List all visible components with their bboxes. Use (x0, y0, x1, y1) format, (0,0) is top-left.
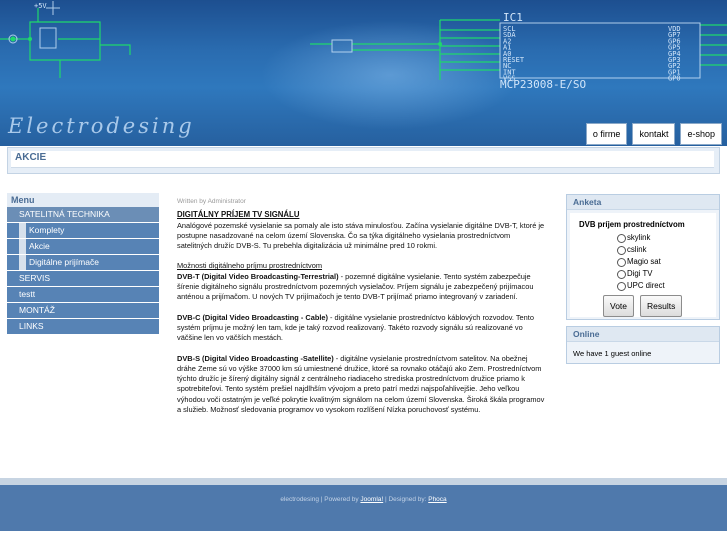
article-subhead: Možnosti digitálneho príjmu prostredníct… (177, 261, 323, 271)
chip-name: IC1 (503, 11, 523, 24)
radio-icon[interactable] (617, 245, 626, 255)
vote-button[interactable]: Vote (603, 295, 635, 317)
article: Written by Administrator DIGITÁLNY PRÍJE… (177, 197, 547, 415)
joomla-link[interactable]: Joomla! (360, 496, 383, 503)
poll-option-label: cslink (627, 245, 647, 254)
nav-kontakt[interactable]: kontakt (632, 123, 676, 145)
radio-icon[interactable] (617, 257, 626, 267)
dvbs-heading: DVB-S (Digital Video Broadcasting -Satel… (177, 353, 334, 363)
radio-icon[interactable] (617, 281, 626, 291)
voltage-label: +5V (34, 2, 47, 10)
footer-middle: | Designed by: (383, 496, 429, 503)
radio-icon[interactable] (617, 233, 626, 243)
phoca-link[interactable]: Phoca (428, 496, 446, 503)
article-intro-2: satelitných družíc DVB-S. Tu prebehla di… (177, 241, 438, 251)
site-logo[interactable]: Electrodesing (8, 114, 195, 138)
breadcrumb: AKCIE (7, 147, 720, 174)
footer-prefix: electrodesing | Powered by (280, 496, 361, 503)
menu-item-servis[interactable]: SERVIS (7, 271, 159, 287)
article-dvbc: DVB-C (Digital Video Broadcasting - Cabl… (177, 313, 547, 344)
poll-option-cslink[interactable]: cslink (570, 244, 716, 256)
chip-pin-left: VSS (503, 75, 516, 83)
footer: electrodesing | Powered by Joomla! | Des… (0, 485, 727, 531)
poll-option-label: UPC direct (627, 281, 665, 290)
nav-e-shop[interactable]: e-shop (680, 123, 722, 145)
footer-divider (0, 478, 727, 485)
poll-option-label: Magio sat (627, 257, 661, 266)
header-banner: IC1 MCP23008-E/SO +5V SCL SDA A2 A1 A0 RESET N… (0, 0, 727, 146)
radio-icon[interactable] (617, 269, 626, 279)
main-menu: Menu SATELITNÁ TECHNIKA Komplety Akcie D… (7, 193, 159, 335)
menu-item-komplety[interactable]: Komplety (7, 223, 159, 239)
results-button[interactable]: Results (640, 295, 683, 317)
top-nav: o firme kontakt e-shop (585, 123, 722, 145)
menu-item-montaz[interactable]: MONTÁŽ (7, 303, 159, 319)
poll-question: DVB príjem prostredníctvom (579, 220, 685, 229)
menu-item-akcie[interactable]: Akcie (7, 239, 159, 255)
article-author: Written by Administrator (177, 198, 246, 205)
online-module: Online We have 1 guest online (566, 326, 720, 364)
article-dvbs: DVB-S (Digital Video Broadcasting -Satel… (177, 354, 547, 416)
menu-item-testt[interactable]: testt (7, 287, 159, 303)
menu-item-digitalne-prijimace[interactable]: Digitálne prijímače (7, 255, 159, 271)
dvbc-heading: DVB-C (Digital Video Broadcasting - Cabl… (177, 312, 328, 322)
poll-option-label: Digi TV (627, 269, 653, 278)
poll-buttons: Vote Results (570, 295, 716, 317)
breadcrumb-tab (11, 151, 714, 168)
menu-title: Menu (7, 193, 159, 207)
article-dvbt: DVB-T (Digital Video Broadcasting-Terres… (177, 272, 547, 303)
poll-body: DVB príjem prostredníctvom skylink cslin… (570, 213, 716, 317)
poll-option-digi-tv[interactable]: Digi TV (570, 268, 716, 280)
menu-item-satelitna-technika[interactable]: SATELITNÁ TECHNIKA (7, 207, 159, 223)
poll-title: Anketa (567, 195, 719, 210)
dvbt-heading: DVB-T (Digital Video Broadcasting-Terres… (177, 271, 339, 281)
poll-module: Anketa DVB príjem prostredníctvom skylin… (566, 194, 720, 320)
poll-option-magio-sat[interactable]: Magio sat (570, 256, 716, 268)
nav-o-firme[interactable]: o firme (585, 123, 628, 145)
online-text: We have 1 guest online (573, 349, 652, 358)
footer-text: electrodesing | Powered by Joomla! | Des… (0, 496, 727, 503)
breadcrumb-current: AKCIE (15, 152, 47, 163)
poll-option-label: skylink (627, 233, 651, 242)
article-title: DIGITÁLNY PRÍJEM TV SIGNÁLU (177, 210, 300, 220)
poll-option-upc-direct[interactable]: UPC direct (570, 280, 716, 292)
poll-option-skylink[interactable]: skylink (570, 232, 716, 244)
chip-pin-right: GP0 (668, 75, 681, 83)
article-intro: Analógové pozemské vysielanie sa pomaly … (177, 220, 545, 240)
online-title: Online (567, 327, 719, 342)
menu-item-links[interactable]: LINKS (7, 319, 159, 335)
